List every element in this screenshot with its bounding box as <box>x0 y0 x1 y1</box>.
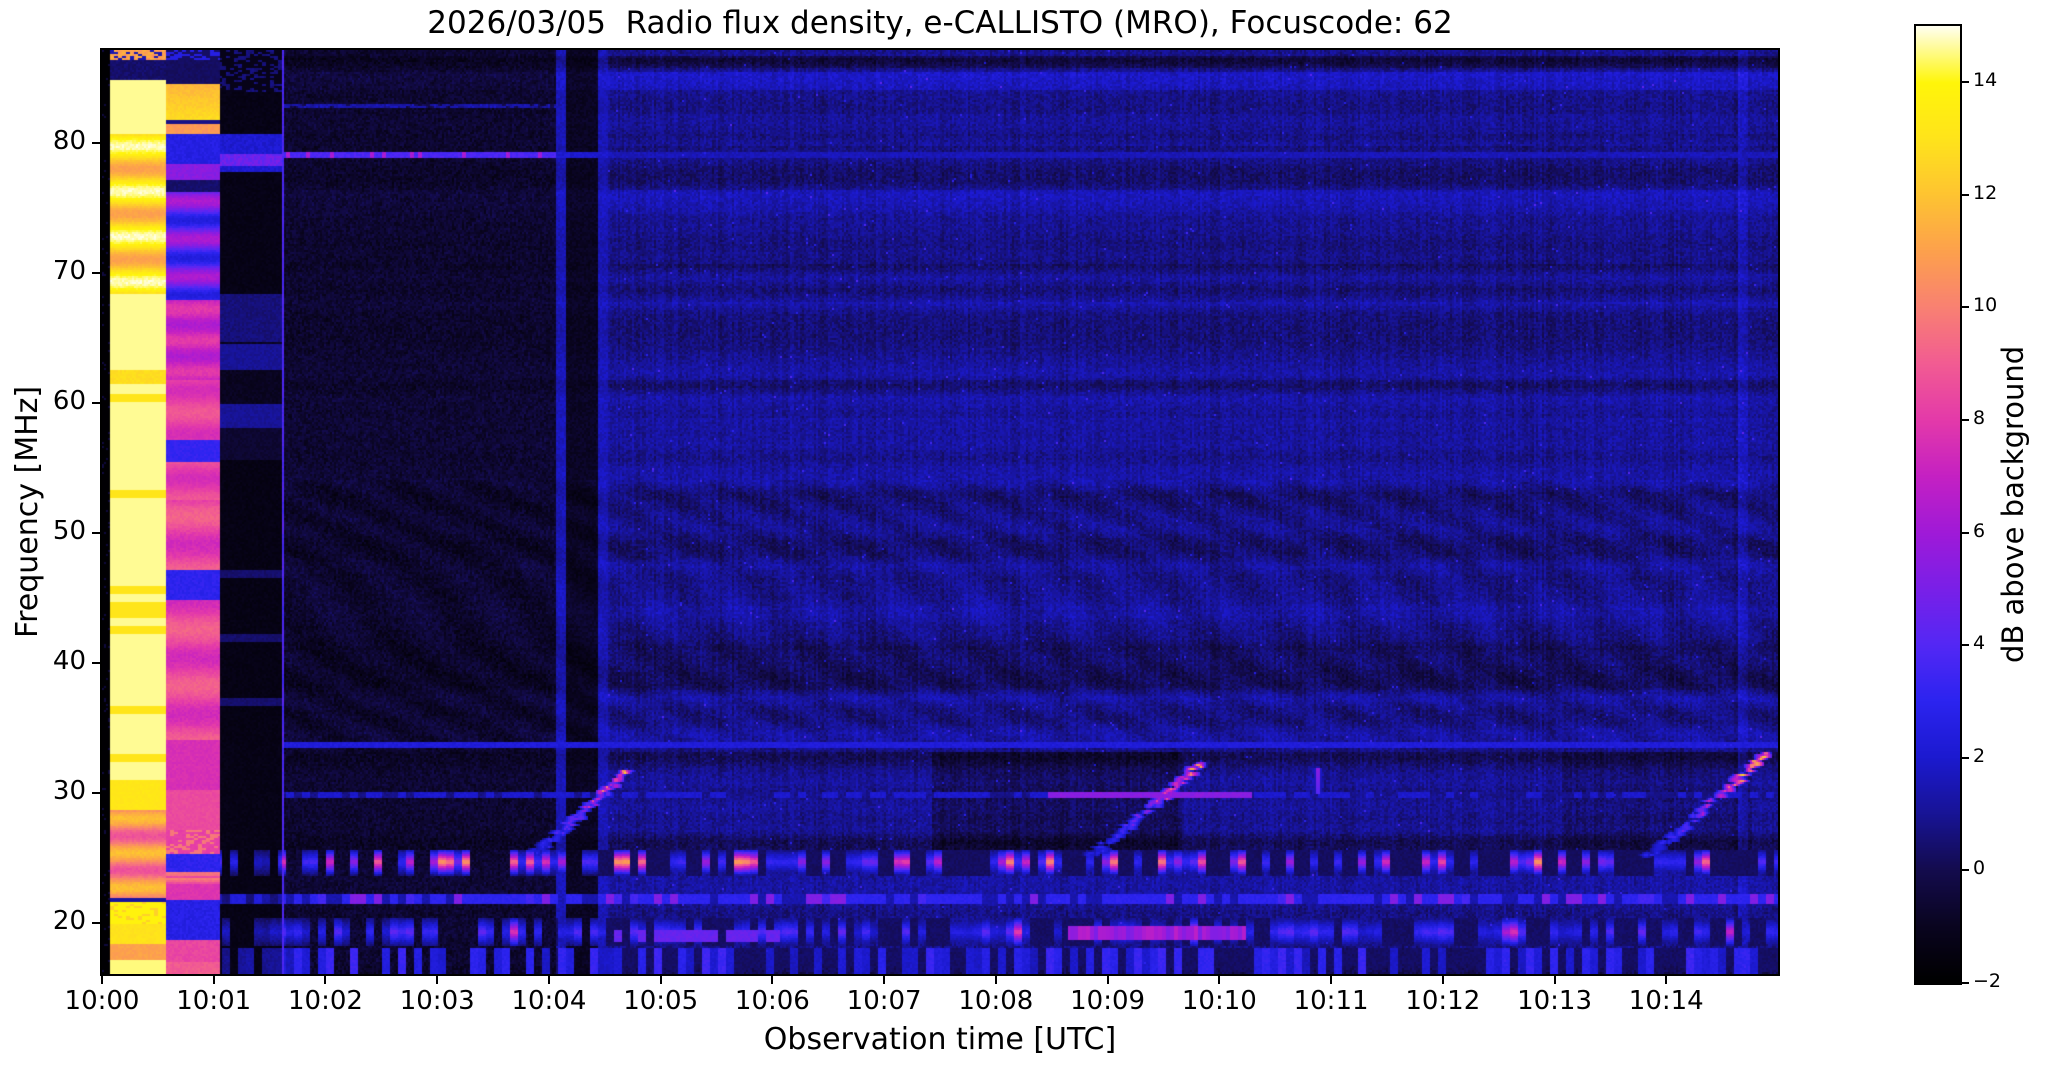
x-tick-label: 10:04 <box>511 986 587 1016</box>
chart-title: 2026/03/05 Radio flux density, e-CALLIST… <box>427 5 1453 41</box>
spectrogram-canvas <box>102 50 1778 974</box>
colorbar-tick-label: 14 <box>1973 69 1998 92</box>
colorbar-tick-mark <box>1962 306 1969 309</box>
y-tick-label: 50 <box>52 516 86 546</box>
colorbar-tick-mark <box>1962 756 1969 759</box>
colorbar-tick-mark <box>1962 419 1969 422</box>
x-tick-label: 10:05 <box>623 986 699 1016</box>
y-tick-label: 80 <box>52 126 86 156</box>
x-tick-label: 10:13 <box>1517 986 1592 1016</box>
x-tick-mark <box>1665 976 1668 984</box>
x-tick-label: 10:12 <box>1405 986 1481 1016</box>
colorbar <box>1914 24 1962 985</box>
y-tick-mark <box>92 792 100 794</box>
x-tick-label: 10:10 <box>1181 986 1257 1016</box>
x-tick-label: 10:03 <box>399 986 475 1016</box>
x-tick-mark <box>1553 976 1556 984</box>
y-tick-label: 20 <box>52 906 86 936</box>
x-tick-mark <box>436 976 439 984</box>
x-tick-mark <box>1330 976 1333 984</box>
x-tick-mark <box>101 976 103 984</box>
y-tick-label: 40 <box>52 646 86 676</box>
colorbar-tick-label: 10 <box>1973 294 1998 317</box>
colorbar-tick-label: 8 <box>1973 407 1986 430</box>
x-tick-mark <box>1106 976 1109 984</box>
figure: 2026/03/05 Radio flux density, e-CALLIST… <box>0 0 2047 1067</box>
x-tick-mark <box>994 976 997 984</box>
y-axis-label: Frequency [MHz] <box>10 385 45 639</box>
colorbar-tick-mark <box>1962 644 1969 647</box>
x-tick-label: 10:14 <box>1628 986 1704 1016</box>
x-tick-mark <box>547 976 550 984</box>
y-tick-mark <box>92 272 100 274</box>
x-tick-label: 10:00 <box>64 986 140 1016</box>
y-tick-mark <box>92 402 100 404</box>
x-tick-mark <box>883 976 886 984</box>
x-tick-mark <box>324 976 327 984</box>
y-tick-mark <box>92 142 100 144</box>
x-tick-label: 10:06 <box>734 986 810 1016</box>
x-tick-mark <box>771 976 774 984</box>
colorbar-tick-label: 2 <box>1973 744 1986 767</box>
colorbar-label: dB above background <box>1996 345 2030 664</box>
x-tick-label: 10:01 <box>176 986 252 1016</box>
y-tick-mark <box>92 922 100 924</box>
plot-area <box>100 48 1780 976</box>
colorbar-tick-mark <box>1962 193 1969 196</box>
x-tick-label: 10:07 <box>846 986 922 1016</box>
x-tick-mark <box>212 976 215 984</box>
y-tick-label: 60 <box>52 386 86 416</box>
x-tick-mark <box>659 976 662 984</box>
x-tick-mark <box>1441 976 1444 984</box>
colorbar-tick-mark <box>1962 982 1969 984</box>
x-tick-label: 10:11 <box>1293 986 1369 1016</box>
colorbar-tick-label: 12 <box>1973 181 1998 204</box>
x-tick-mark <box>1218 976 1221 984</box>
y-tick-mark <box>92 532 100 534</box>
x-tick-label: 10:02 <box>287 986 363 1016</box>
colorbar-tick-mark <box>1962 869 1969 872</box>
colorbar-tick-label: 6 <box>1973 519 1986 542</box>
colorbar-tick-label: 0 <box>1973 857 1986 880</box>
y-tick-label: 30 <box>52 776 86 806</box>
colorbar-tick-mark <box>1962 81 1969 84</box>
x-axis-label: Observation time [UTC] <box>763 1022 1117 1057</box>
x-tick-label: 10:08 <box>958 986 1034 1016</box>
colorbar-canvas <box>1916 26 1960 983</box>
colorbar-tick-label: 4 <box>1973 632 1986 655</box>
x-tick-label: 10:09 <box>1070 986 1146 1016</box>
y-tick-mark <box>92 662 100 664</box>
colorbar-tick-mark <box>1962 531 1969 534</box>
y-tick-label: 70 <box>52 256 86 286</box>
